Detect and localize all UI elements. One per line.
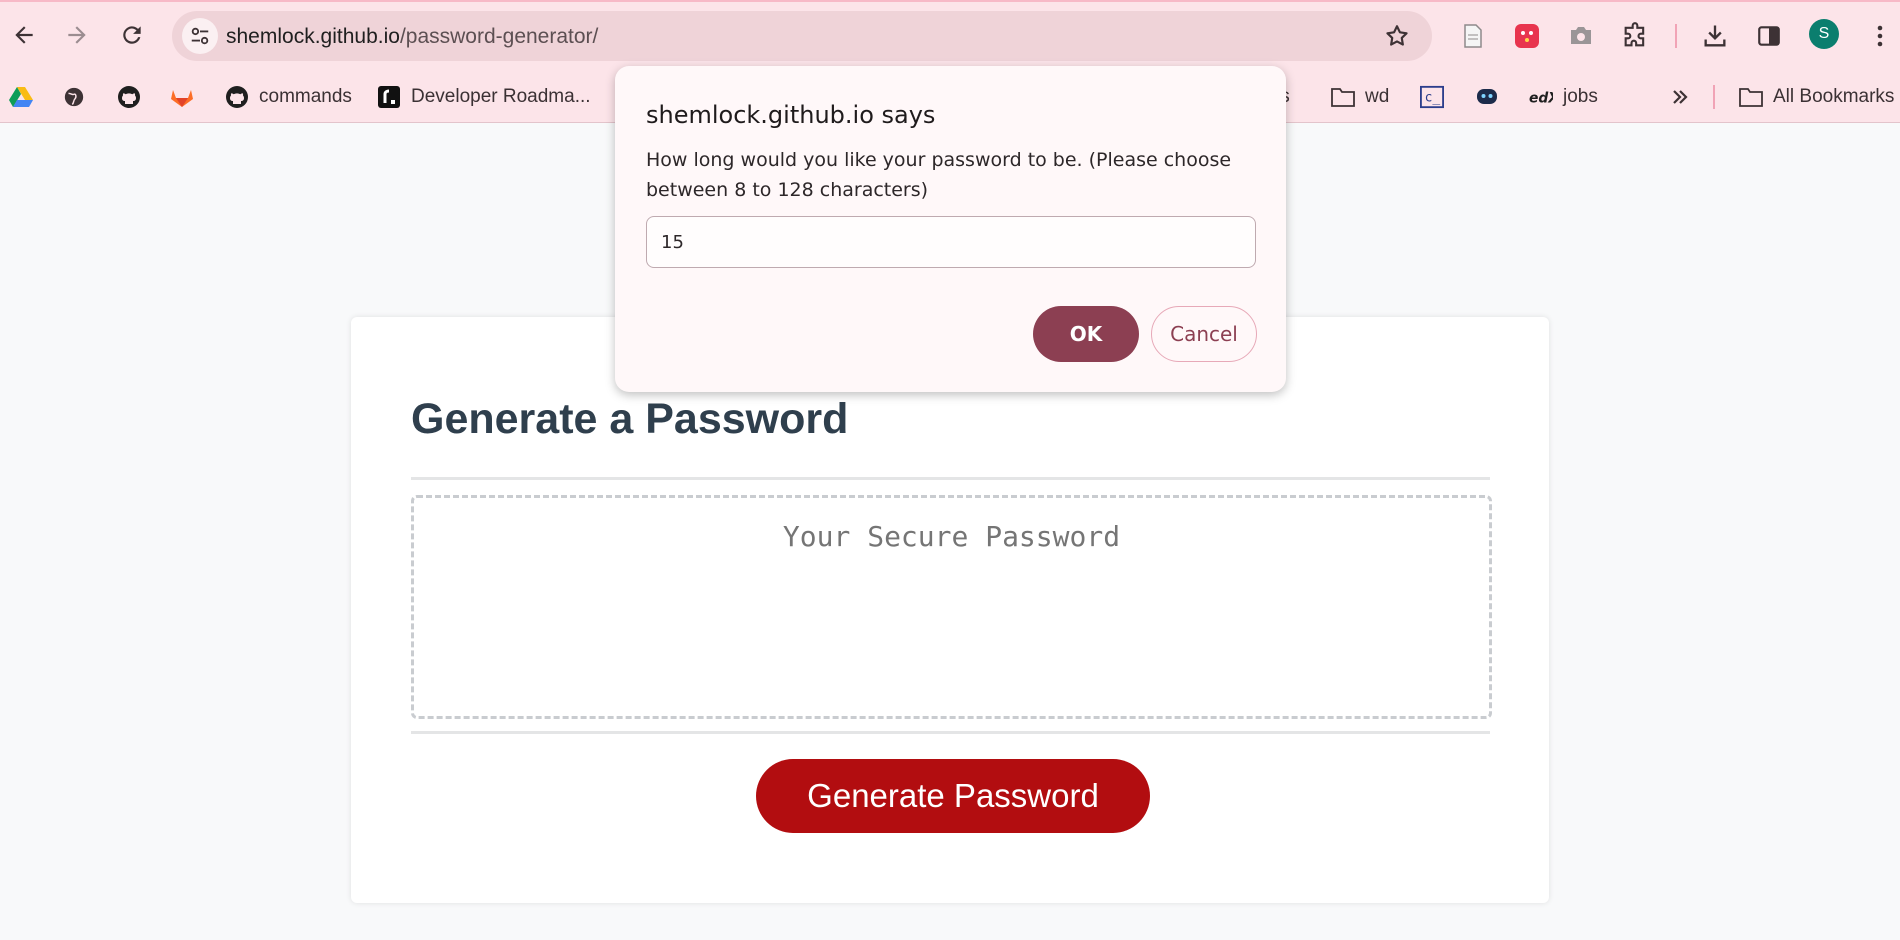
divider-bottom bbox=[411, 731, 1490, 734]
bookmark-label: jobs bbox=[1563, 86, 1598, 107]
bookmark-label: wd bbox=[1365, 86, 1390, 107]
extension-app-icon bbox=[1515, 24, 1539, 48]
prompt-dialog: shemlock.github.io says How long would y… bbox=[615, 66, 1286, 392]
svg-text:edX: edX bbox=[1529, 91, 1553, 107]
side-panel-button[interactable] bbox=[1751, 18, 1787, 54]
bookmark-developer-roadmap[interactable]: Developer Roadma... bbox=[377, 81, 591, 113]
screenshot-button[interactable] bbox=[1563, 18, 1599, 54]
reload-button[interactable] bbox=[112, 15, 152, 55]
bookmark-code[interactable]: c_ bbox=[1420, 81, 1444, 113]
reload-icon bbox=[123, 26, 141, 44]
forward-icon bbox=[68, 26, 86, 44]
divider-top bbox=[411, 477, 1490, 480]
svg-text:c_: c_ bbox=[1425, 91, 1441, 106]
github-icon bbox=[225, 85, 249, 109]
folder-icon bbox=[1331, 85, 1355, 109]
bookmark-star-button[interactable] bbox=[1384, 23, 1410, 54]
bookmark-globe[interactable] bbox=[62, 81, 86, 113]
password-output[interactable]: Your Secure Password bbox=[411, 495, 1492, 719]
ok-button[interactable]: OK bbox=[1033, 306, 1139, 362]
site-settings-icon bbox=[191, 27, 209, 45]
password-length-input[interactable]: 15 bbox=[646, 216, 1256, 268]
browser-toolbar: shemlock.github.io/password-generator/ S bbox=[0, 0, 1900, 72]
download-icon bbox=[1704, 25, 1726, 47]
bookmarks-overflow-button[interactable] bbox=[1668, 81, 1692, 113]
page-title: Generate a Password bbox=[411, 395, 849, 443]
reading-mode-button[interactable] bbox=[1455, 18, 1491, 54]
dialog-title: shemlock.github.io says bbox=[646, 101, 936, 129]
browser-menu-button[interactable] bbox=[1862, 18, 1898, 54]
profile-avatar[interactable]: S bbox=[1809, 19, 1839, 49]
side-panel-icon bbox=[1758, 26, 1780, 46]
forward-button[interactable] bbox=[57, 15, 97, 55]
password-placeholder: Your Secure Password bbox=[782, 520, 1121, 553]
bookmark-google-drive[interactable] bbox=[9, 81, 33, 113]
bookmark-github[interactable] bbox=[117, 81, 141, 113]
toolbar-separator bbox=[1675, 24, 1677, 48]
bookmark-bot[interactable] bbox=[1475, 81, 1499, 113]
bookmark-label: Developer Roadma... bbox=[411, 86, 591, 107]
github-icon bbox=[117, 85, 141, 109]
google-drive-icon bbox=[9, 85, 33, 109]
document-icon bbox=[1464, 24, 1482, 48]
generate-password-button[interactable]: Generate Password bbox=[756, 759, 1150, 833]
code-icon: c_ bbox=[1420, 85, 1444, 109]
extensions-button[interactable] bbox=[1617, 18, 1653, 54]
url-path: /password-generator/ bbox=[399, 25, 599, 48]
extensions-icon bbox=[1624, 22, 1645, 47]
bookmark-jobs[interactable]: edX jobs bbox=[1529, 81, 1598, 113]
bot-icon bbox=[1475, 85, 1499, 109]
downloads-button[interactable] bbox=[1697, 18, 1733, 54]
url-host: shemlock.github.io bbox=[226, 25, 400, 48]
bookmarks-separator bbox=[1713, 85, 1715, 109]
site-settings-button[interactable] bbox=[182, 18, 218, 54]
top-accent-line bbox=[0, 0, 1900, 2]
all-bookmarks-button[interactable]: All Bookmarks bbox=[1739, 81, 1894, 113]
back-icon bbox=[15, 26, 33, 44]
url-text[interactable]: shemlock.github.io/password-generator/ bbox=[226, 25, 598, 49]
kebab-menu-icon bbox=[1877, 25, 1883, 47]
globe-icon bbox=[62, 85, 86, 109]
bookmark-label: commands bbox=[259, 86, 352, 107]
folder-icon bbox=[1739, 85, 1763, 109]
bookmark-gitlab[interactable] bbox=[170, 81, 194, 113]
chevron-double-right-icon bbox=[1668, 85, 1692, 109]
camera-icon bbox=[1571, 27, 1591, 44]
all-bookmarks-label: All Bookmarks bbox=[1773, 86, 1895, 107]
back-button[interactable] bbox=[4, 15, 44, 55]
password-generator-card: Generate a Password Your Secure Password… bbox=[351, 317, 1549, 903]
bookmark-commands[interactable]: commands bbox=[225, 81, 352, 113]
cancel-button[interactable]: Cancel bbox=[1151, 306, 1257, 362]
dialog-message: How long would you like your password to… bbox=[646, 149, 1232, 201]
bookmark-folder-wd[interactable]: wd bbox=[1331, 81, 1389, 113]
gitlab-icon bbox=[170, 85, 194, 109]
roadmap-icon bbox=[377, 85, 401, 109]
extension-app-button[interactable] bbox=[1509, 18, 1545, 54]
edx-icon: edX bbox=[1529, 85, 1553, 109]
address-bar[interactable]: shemlock.github.io/password-generator/ bbox=[172, 11, 1432, 61]
star-icon bbox=[1386, 25, 1408, 46]
